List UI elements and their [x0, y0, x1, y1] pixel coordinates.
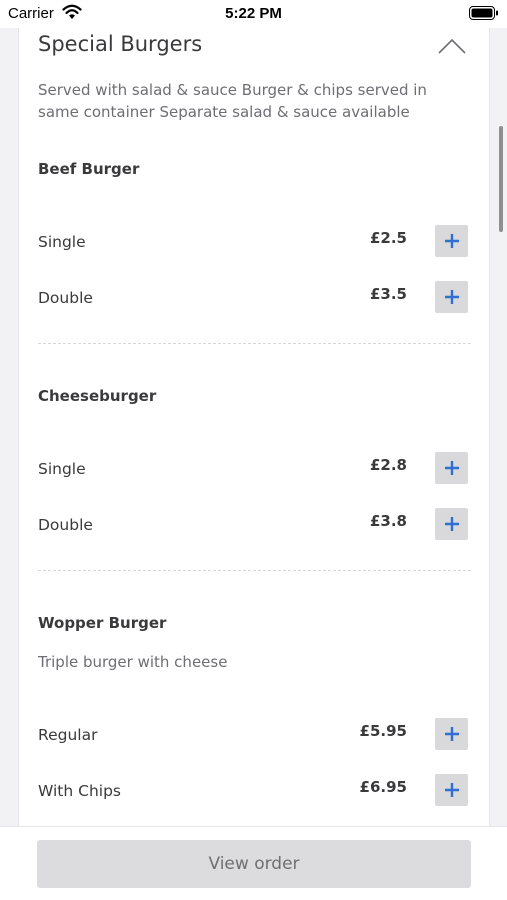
battery-icon [469, 6, 498, 20]
plus-icon [444, 290, 459, 304]
item-price: £5.95 [359, 722, 407, 740]
item-name: Regular [38, 726, 98, 744]
menu-item-row: Single £2.8 [19, 452, 489, 486]
plus-icon [444, 727, 459, 741]
screen: Carrier 5:22 PM Special Burgers Served w… [0, 0, 507, 900]
divider [38, 343, 471, 344]
add-item-button[interactable] [435, 718, 468, 750]
item-name: Double [38, 516, 93, 534]
menu-item-row: Single £2.5 [19, 225, 489, 259]
chevron-up-icon[interactable] [437, 37, 467, 55]
menu-item-row: Regular £5.95 [19, 718, 489, 752]
divider [38, 570, 471, 571]
add-item-button[interactable] [435, 225, 468, 257]
plus-icon [444, 234, 459, 248]
add-item-button[interactable] [435, 281, 468, 313]
item-price: £3.8 [369, 512, 407, 530]
menu-item-row: Double £3.8 [19, 508, 489, 542]
item-price: £3.5 [369, 285, 407, 303]
item-price: £2.5 [369, 229, 407, 247]
item-name: Single [38, 233, 86, 251]
add-item-button[interactable] [435, 452, 468, 484]
group-title-wopper-burger: Wopper Burger [38, 614, 167, 632]
view-order-button[interactable]: View order [37, 840, 471, 888]
group-title-cheeseburger: Cheeseburger [38, 387, 157, 405]
status-time: 5:22 PM [225, 5, 282, 22]
item-name: Double [38, 289, 93, 307]
group-description: Triple burger with cheese [38, 653, 228, 671]
section-description: Served with salad & sauce Burger & chips… [38, 81, 427, 121]
bottom-bar: View order [0, 826, 507, 900]
item-name: Single [38, 460, 86, 478]
section-title: Special Burgers [38, 32, 203, 56]
status-bar: Carrier 5:22 PM [0, 0, 507, 28]
plus-icon [444, 783, 459, 797]
menu-item-row: With Chips £6.95 [19, 774, 489, 808]
add-item-button[interactable] [435, 774, 468, 806]
group-title-beef-burger: Beef Burger [38, 160, 140, 178]
item-price: £6.95 [359, 778, 407, 796]
item-name: With Chips [38, 782, 121, 800]
menu-section-card: Special Burgers Served with salad & sauc… [18, 12, 490, 842]
item-price: £2.8 [369, 456, 407, 474]
add-item-button[interactable] [435, 508, 468, 540]
plus-icon [444, 461, 459, 475]
menu-item-row: Double £3.5 [19, 281, 489, 315]
plus-icon [444, 517, 459, 531]
scroll-indicator[interactable] [499, 126, 503, 232]
